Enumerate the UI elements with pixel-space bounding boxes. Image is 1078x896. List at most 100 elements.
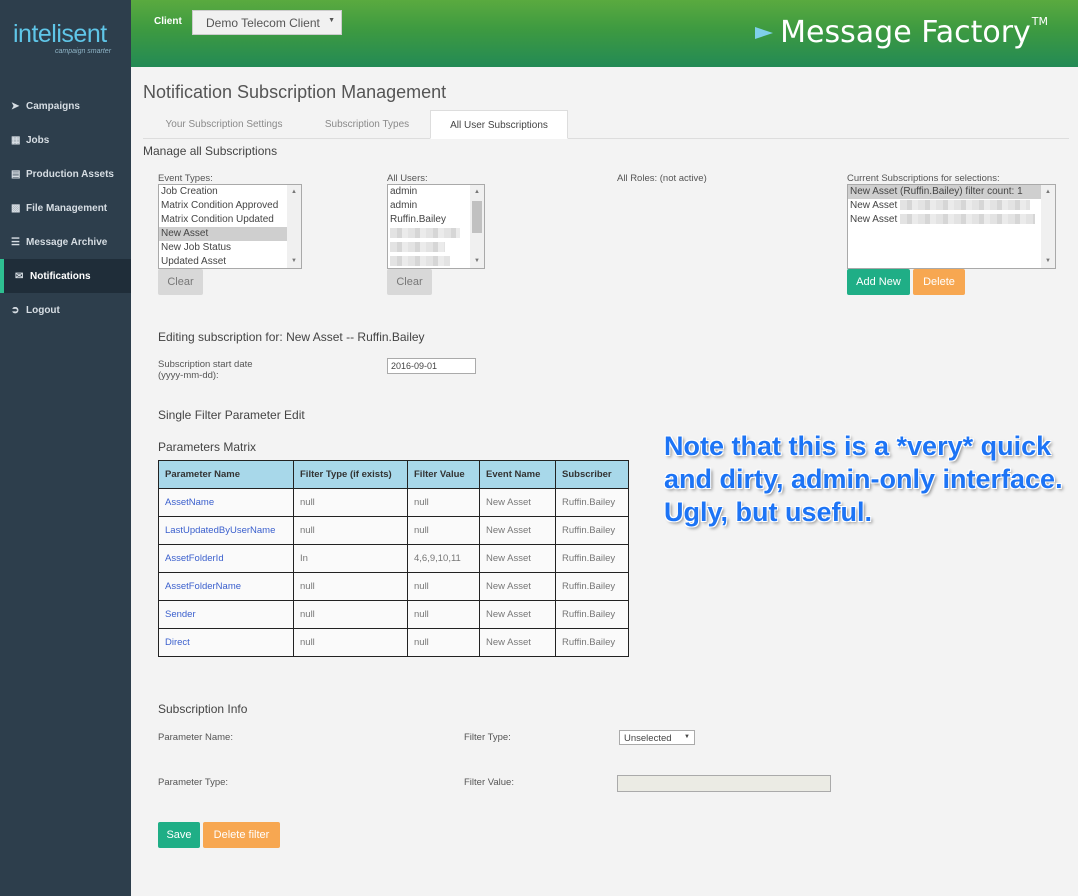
table-cell: Ruffin.Bailey xyxy=(555,600,629,629)
tab-your-subscription-settings[interactable]: Your Subscription Settings xyxy=(143,110,305,139)
list-item[interactable]: New Job Status xyxy=(159,241,301,255)
table-row[interactable]: AssetName null null New Asset Ruffin.Bai… xyxy=(158,488,629,517)
scroll-up-icon[interactable]: ▲ xyxy=(1045,189,1051,195)
parameter-name-link[interactable]: AssetFolderId xyxy=(158,544,294,573)
scroll-down-icon[interactable]: ▼ xyxy=(474,258,480,264)
event-types-label: Event Types: xyxy=(158,173,213,184)
logout-icon: ➲ xyxy=(11,304,20,316)
filter-type-select[interactable]: Unselected ▼ xyxy=(619,730,695,745)
table-cell: Ruffin.Bailey xyxy=(555,488,629,517)
sidebar-item-logout[interactable]: ➲ Logout xyxy=(0,293,131,327)
table-cell: null xyxy=(293,516,408,545)
table-header-row: Parameter Name Filter Type (if exists) F… xyxy=(158,460,629,489)
table-row[interactable]: LastUpdatedByUserName null null New Asse… xyxy=(158,516,629,545)
filter-type-label: Filter Type: xyxy=(464,732,511,743)
redacted-text xyxy=(900,200,1031,211)
column-header[interactable]: Filter Type (if exists) xyxy=(293,460,408,489)
brand-arrow-icon xyxy=(755,27,774,39)
add-new-button[interactable]: Add New xyxy=(847,269,910,295)
trademark: TM xyxy=(1031,15,1048,28)
table-row[interactable]: AssetFolderName null null New Asset Ruff… xyxy=(158,572,629,601)
scroll-down-icon[interactable]: ▼ xyxy=(1045,258,1051,264)
users-label: All Users: xyxy=(387,173,428,184)
sidebar-item-campaigns[interactable]: ➤ Campaigns xyxy=(0,89,131,123)
list-item[interactable]: Matrix Condition Updated xyxy=(159,213,301,227)
table-row[interactable]: Direct null null New Asset Ruffin.Bailey xyxy=(158,628,629,657)
column-header[interactable]: Parameter Name xyxy=(158,460,294,489)
save-button[interactable]: Save xyxy=(158,822,200,848)
scrollbar[interactable]: ▲ ▼ xyxy=(1041,185,1055,268)
column-header[interactable]: Filter Value xyxy=(407,460,480,489)
column-header[interactable]: Event Name xyxy=(479,460,556,489)
list-item[interactable]: New Asset xyxy=(848,213,1055,227)
list-item[interactable]: Matrix Condition Approved xyxy=(159,199,301,213)
clear-users-button[interactable]: Clear xyxy=(387,269,432,295)
list-item-selected[interactable]: New Asset (Ruffin.Bailey) filter count: … xyxy=(848,185,1041,199)
parameter-name-link[interactable]: LastUpdatedByUserName xyxy=(158,516,294,545)
current-subscriptions-list[interactable]: New Asset (Ruffin.Bailey) filter count: … xyxy=(847,184,1056,269)
delete-filter-button[interactable]: Delete filter xyxy=(203,822,280,848)
page-title: Notification Subscription Management xyxy=(143,82,447,102)
envelope-icon: ✉ xyxy=(15,270,24,282)
sidebar-item-label: Jobs xyxy=(26,134,50,146)
top-header: Client Demo Telecom Client ▼ Message Fac… xyxy=(131,0,1078,67)
users-list[interactable]: admin admin Ruffin.Bailey ▲ ▼ xyxy=(387,184,485,269)
list-item[interactable]: Updated Asset xyxy=(159,255,301,268)
scrollbar[interactable]: ▲ ▼ xyxy=(470,185,484,268)
table-cell: null xyxy=(407,600,480,629)
brand-logo[interactable]: intelisent campaign smarter xyxy=(0,0,131,67)
table-row[interactable]: Sender null null New Asset Ruffin.Bailey xyxy=(158,600,629,629)
parameter-name-link[interactable]: Sender xyxy=(158,600,294,629)
table-cell: null xyxy=(407,572,480,601)
clear-events-button[interactable]: Clear xyxy=(158,269,203,295)
list-item-selected[interactable]: New Asset xyxy=(159,227,301,241)
parameter-name-link[interactable]: AssetFolderName xyxy=(158,572,294,601)
chevron-down-icon: ▼ xyxy=(684,734,690,740)
scroll-up-icon[interactable]: ▲ xyxy=(474,189,480,195)
table-cell: New Asset xyxy=(479,488,556,517)
sidebar-nav: ➤ Campaigns ▦ Jobs ▤ Production Assets ▩… xyxy=(0,89,131,327)
parameter-name-link[interactable]: AssetName xyxy=(158,488,294,517)
table-row[interactable]: AssetFolderId In 4,6,9,10,11 New Asset R… xyxy=(158,544,629,573)
current-subscriptions-label: Current Subscriptions for selections: xyxy=(847,173,1000,184)
event-types-list[interactable]: Job Creation Matrix Condition Approved M… xyxy=(158,184,302,269)
sidebar-item-label: Logout xyxy=(26,304,60,316)
table-cell: 4,6,9,10,11 xyxy=(407,544,480,573)
scroll-thumb[interactable] xyxy=(472,201,482,233)
table-cell: null xyxy=(407,488,480,517)
tab-all-user-subscriptions[interactable]: All User Subscriptions xyxy=(430,110,568,139)
list-item-label: New Asset xyxy=(850,200,898,211)
scrollbar[interactable]: ▲ ▼ xyxy=(287,185,301,268)
start-date-input[interactable]: 2016-09-01 xyxy=(387,358,476,374)
sidebar-item-label: Production Assets xyxy=(26,168,114,180)
sidebar-item-notifications[interactable]: ✉ Notifications xyxy=(0,259,131,293)
sidebar-item-message-archive[interactable]: ☰ Message Archive xyxy=(0,225,131,259)
column-header[interactable]: Subscriber xyxy=(555,460,629,489)
chevron-down-icon: ▼ xyxy=(328,17,335,24)
app-title: Message Factory xyxy=(780,15,1031,50)
table-cell: Ruffin.Bailey xyxy=(555,572,629,601)
parameters-matrix: Parameter Name Filter Type (if exists) F… xyxy=(158,460,629,657)
app-brand: Message Factory TM xyxy=(755,15,1048,50)
filter-value-label: Filter Value: xyxy=(464,777,514,788)
scroll-up-icon[interactable]: ▲ xyxy=(291,189,297,195)
redacted-text xyxy=(390,242,445,253)
sidebar-item-file-management[interactable]: ▩ File Management xyxy=(0,191,131,225)
sidebar-item-jobs[interactable]: ▦ Jobs xyxy=(0,123,131,157)
scroll-down-icon[interactable]: ▼ xyxy=(291,258,297,264)
parameter-name-link[interactable]: Direct xyxy=(158,628,294,657)
sidebar: intelisent campaign smarter ➤ Campaigns … xyxy=(0,0,131,896)
section-title: Manage all Subscriptions xyxy=(143,144,278,158)
table-cell: null xyxy=(293,488,408,517)
list-item[interactable]: New Asset xyxy=(848,199,1055,213)
sidebar-item-production-assets[interactable]: ▤ Production Assets xyxy=(0,157,131,191)
list-item[interactable]: Job Creation xyxy=(159,185,301,199)
redacted-text xyxy=(390,256,450,267)
roles-label: All Roles: (not active) xyxy=(617,173,707,184)
sidebar-item-label: Message Archive xyxy=(26,236,108,248)
client-select[interactable]: Demo Telecom Client ▼ xyxy=(192,10,342,35)
delete-subscription-button[interactable]: Delete xyxy=(913,269,965,295)
filter-value-input[interactable] xyxy=(617,775,831,792)
client-label: Client xyxy=(154,16,182,27)
tab-subscription-types[interactable]: Subscription Types xyxy=(305,110,429,139)
